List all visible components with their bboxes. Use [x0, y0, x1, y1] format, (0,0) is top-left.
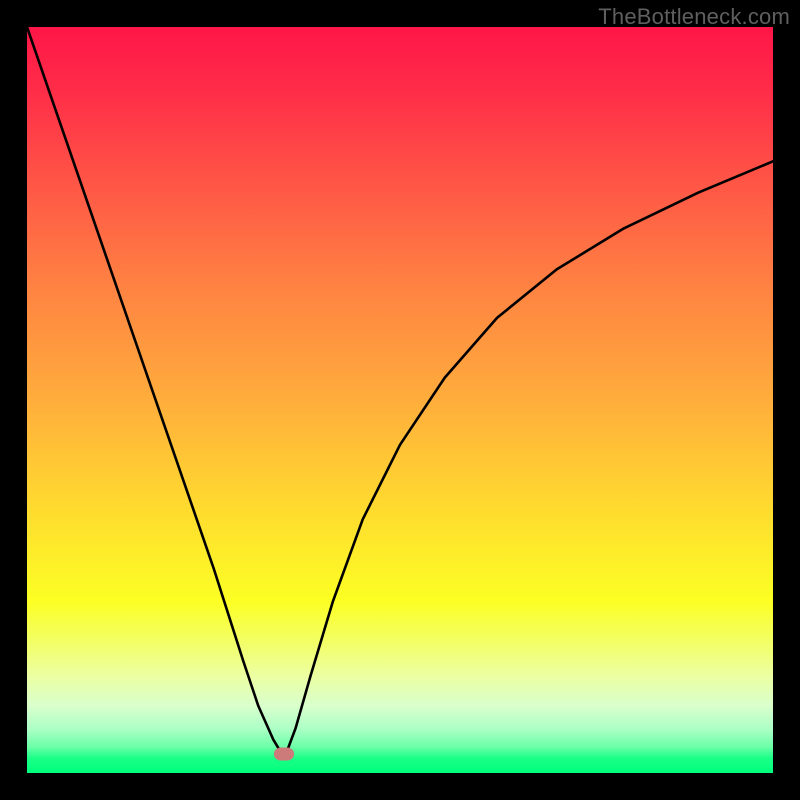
plot-area — [27, 27, 773, 773]
minimum-marker — [274, 748, 294, 761]
watermark-text: TheBottleneck.com — [598, 4, 790, 30]
bottleneck-curve — [27, 27, 773, 773]
chart-frame: TheBottleneck.com — [0, 0, 800, 800]
